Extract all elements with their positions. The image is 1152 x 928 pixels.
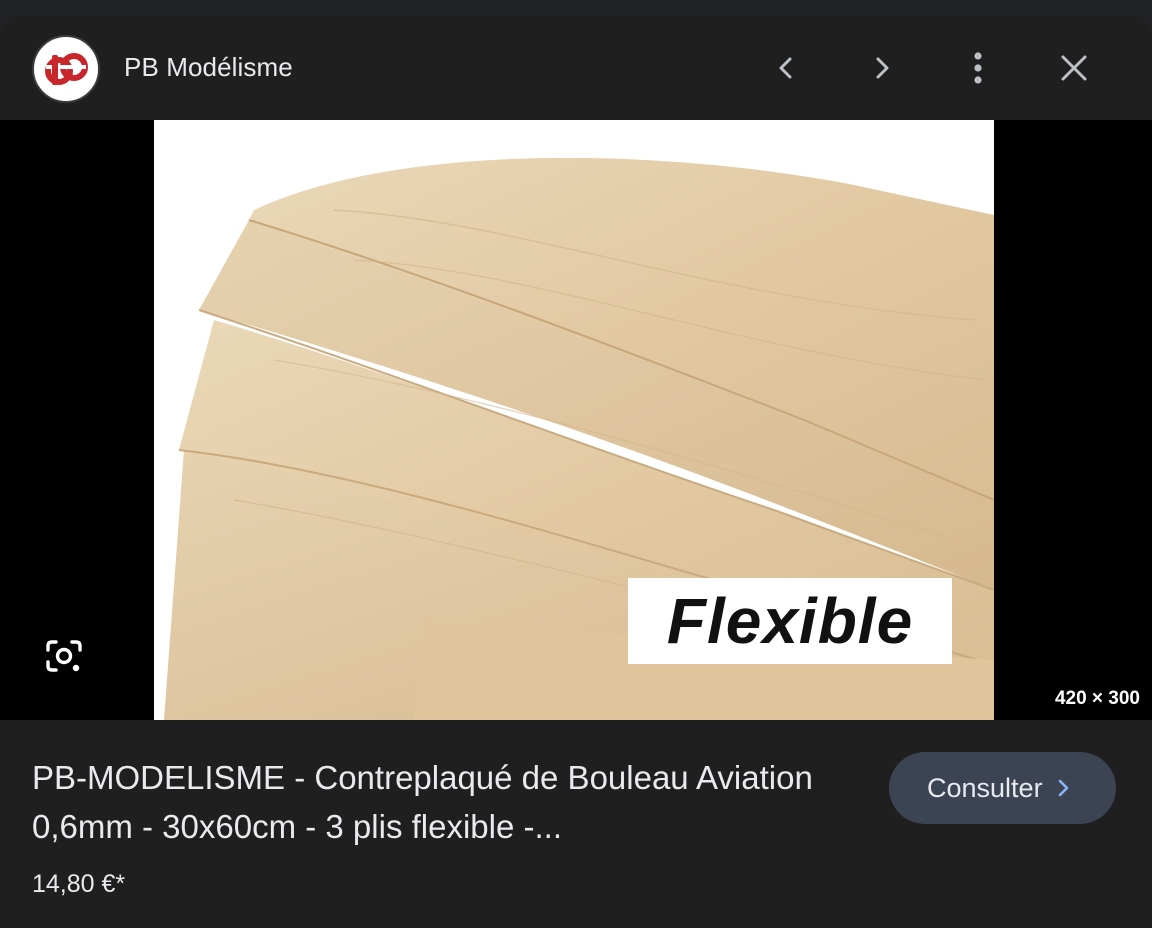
previous-button[interactable] [762, 44, 810, 92]
consult-button-label: Consulter [927, 772, 1043, 803]
next-button[interactable] [858, 44, 906, 92]
top-strip [0, 0, 1152, 16]
image-stage: Flexible 420 × 300 [0, 120, 1152, 720]
product-image[interactable]: Flexible [154, 120, 994, 720]
chevron-right-icon [876, 57, 889, 79]
viewer-header: PB Modélisme [0, 16, 1152, 120]
site-logo[interactable] [32, 35, 100, 103]
result-title[interactable]: PB-MODELISME - Contreplaqué de Bouleau A… [32, 753, 852, 851]
result-price: 14,80 €* [32, 870, 126, 898]
close-button[interactable] [1050, 44, 1098, 92]
more-options-button[interactable] [954, 44, 1002, 92]
image-viewer-panel: PB Modélisme Flexible 420 × 300 PB-MODEL… [0, 16, 1152, 928]
chevron-right-icon [1055, 777, 1071, 799]
consult-button[interactable]: Consulter [889, 752, 1116, 824]
flexible-label: Flexible [666, 585, 914, 657]
lens-search-button[interactable] [40, 632, 88, 680]
pb-modelisme-logo-icon [45, 53, 88, 85]
more-vert-icon [974, 52, 982, 84]
image-dimensions: 420 × 300 [1054, 688, 1140, 709]
close-icon [1061, 55, 1087, 81]
site-name[interactable]: PB Modélisme [124, 52, 293, 83]
chevron-left-icon [779, 57, 792, 79]
lens-search-icon [46, 640, 82, 672]
